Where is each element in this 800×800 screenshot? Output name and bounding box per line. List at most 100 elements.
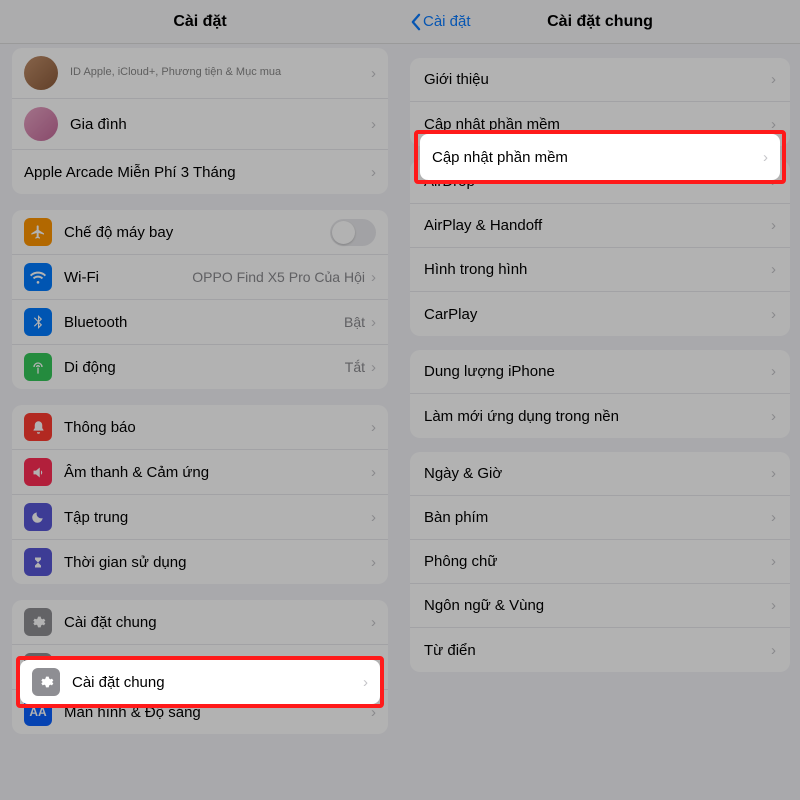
background-refresh-row[interactable]: Làm mới ứng dụng trong nền › — [410, 394, 790, 438]
back-label: Cài đặt — [423, 13, 471, 30]
moon-icon — [24, 503, 52, 531]
date-time-row[interactable]: Ngày & Giờ › — [410, 452, 790, 496]
about-row[interactable]: Giới thiệu › — [410, 58, 790, 102]
fonts-label: Phông chữ — [424, 553, 771, 570]
antenna-icon — [24, 353, 52, 381]
focus-label: Tập trung — [64, 509, 371, 526]
chevron-right-icon: › — [771, 597, 776, 614]
gear-icon — [24, 608, 52, 636]
wifi-label: Wi-Fi — [64, 269, 192, 286]
general-label: Cài đặt chung — [72, 674, 363, 691]
bluetooth-row[interactable]: Bluetooth Bật › — [12, 300, 388, 345]
display-label: Màn hình & Độ sáng — [64, 704, 371, 721]
dictionary-label: Từ điển — [424, 642, 771, 659]
family-label: Gia đình — [70, 116, 371, 133]
apple-id-subtitle: ID Apple, iCloud+, Phương tiện & Mục mua — [70, 66, 371, 79]
header-right: Cài đặt Cài đặt chung — [400, 0, 800, 44]
keyboard-label: Bàn phím — [424, 509, 771, 526]
chevron-right-icon: › — [771, 306, 776, 323]
chevron-right-icon: › — [371, 359, 376, 376]
chevron-left-icon — [410, 13, 421, 31]
storage-label: Dung lượng iPhone — [424, 363, 771, 380]
airplane-mode-row[interactable]: Chế độ máy bay — [12, 210, 388, 255]
chevron-right-icon: › — [771, 71, 776, 88]
speaker-icon — [24, 458, 52, 486]
language-row[interactable]: Ngôn ngữ & Vùng › — [410, 584, 790, 628]
date-time-label: Ngày & Giờ — [424, 465, 771, 482]
chevron-right-icon: › — [371, 614, 376, 631]
chevron-right-icon: › — [371, 116, 376, 133]
bluetooth-value: Bật — [344, 314, 365, 330]
arcade-promo-row[interactable]: Apple Arcade Miễn Phí 3 Tháng › — [12, 150, 388, 194]
keyboard-row[interactable]: Bàn phím › — [410, 496, 790, 540]
fonts-row[interactable]: Phông chữ › — [410, 540, 790, 584]
airplane-toggle[interactable] — [330, 219, 376, 246]
chevron-right-icon: › — [771, 408, 776, 425]
family-row[interactable]: Gia đình › — [12, 99, 388, 150]
dictionary-row[interactable]: Từ điển › — [410, 628, 790, 672]
pip-row[interactable]: Hình trong hình › — [410, 248, 790, 292]
airplay-row[interactable]: AirPlay & Handoff › — [410, 204, 790, 248]
software-update-row-highlighted[interactable]: Cập nhật phần mềm › — [420, 134, 780, 180]
sound-label: Âm thanh & Cảm ứng — [64, 464, 371, 481]
carplay-row[interactable]: CarPlay › — [410, 292, 790, 336]
chevron-right-icon: › — [371, 269, 376, 286]
background-refresh-label: Làm mới ứng dụng trong nền — [424, 408, 771, 425]
chevron-right-icon: › — [771, 217, 776, 234]
notifications-label: Thông báo — [64, 419, 371, 436]
gear-icon — [32, 668, 60, 696]
chevron-right-icon: › — [371, 314, 376, 331]
airplane-label: Chế độ máy bay — [64, 224, 330, 241]
back-button[interactable]: Cài đặt — [410, 0, 471, 43]
focus-row[interactable]: Tập trung › — [12, 495, 388, 540]
chevron-right-icon: › — [771, 642, 776, 659]
arcade-label: Apple Arcade Miễn Phí 3 Tháng — [24, 164, 371, 181]
general-settings-screen: Cài đặt Cài đặt chung Giới thiệu › Cập n… — [400, 0, 800, 800]
bell-icon — [24, 413, 52, 441]
about-label: Giới thiệu — [424, 71, 771, 88]
general-row[interactable]: Cài đặt chung › — [12, 600, 388, 645]
wifi-icon — [24, 263, 52, 291]
page-title: Cài đặt chung — [547, 13, 653, 31]
notifications-row[interactable]: Thông báo › — [12, 405, 388, 450]
wifi-value: OPPO Find X5 Pro Của Hội — [192, 269, 365, 285]
chevron-right-icon: › — [371, 65, 376, 82]
chevron-right-icon: › — [771, 509, 776, 526]
airplane-icon — [24, 218, 52, 246]
bluetooth-label: Bluetooth — [64, 314, 344, 331]
apple-id-row[interactable]: ID Apple, iCloud+, Phương tiện & Mục mua… — [12, 48, 388, 99]
software-update-label: Cập nhật phần mềm — [424, 116, 771, 133]
family-avatar-icon — [24, 107, 58, 141]
general-label: Cài đặt chung — [64, 614, 371, 631]
bluetooth-icon — [24, 308, 52, 336]
chevron-right-icon: › — [771, 465, 776, 482]
chevron-right-icon: › — [771, 363, 776, 380]
header-left: Cài đặt — [0, 0, 400, 44]
airplay-label: AirPlay & Handoff — [424, 217, 771, 234]
chevron-right-icon: › — [363, 674, 368, 691]
chevron-right-icon: › — [771, 553, 776, 570]
chevron-right-icon: › — [371, 419, 376, 436]
chevron-right-icon: › — [771, 116, 776, 133]
chevron-right-icon: › — [371, 509, 376, 526]
chevron-right-icon: › — [371, 464, 376, 481]
chevron-right-icon: › — [371, 164, 376, 181]
general-row-highlighted[interactable]: Cài đặt chung › — [20, 660, 380, 704]
cellular-value: Tắt — [345, 359, 365, 375]
cellular-label: Di động — [64, 359, 345, 376]
sound-row[interactable]: Âm thanh & Cảm ứng › — [12, 450, 388, 495]
carplay-label: CarPlay — [424, 306, 771, 323]
software-update-label: Cập nhật phần mềm — [432, 149, 763, 166]
screentime-label: Thời gian sử dụng — [64, 554, 371, 571]
avatar — [24, 56, 58, 90]
wifi-row[interactable]: Wi-Fi OPPO Find X5 Pro Của Hội › — [12, 255, 388, 300]
storage-row[interactable]: Dung lượng iPhone › — [410, 350, 790, 394]
page-title: Cài đặt — [173, 13, 226, 31]
language-label: Ngôn ngữ & Vùng — [424, 597, 771, 614]
chevron-right-icon: › — [763, 149, 768, 166]
screentime-row[interactable]: Thời gian sử dụng › — [12, 540, 388, 584]
chevron-right-icon: › — [371, 554, 376, 571]
pip-label: Hình trong hình — [424, 261, 771, 278]
hourglass-icon — [24, 548, 52, 576]
cellular-row[interactable]: Di động Tắt › — [12, 345, 388, 389]
